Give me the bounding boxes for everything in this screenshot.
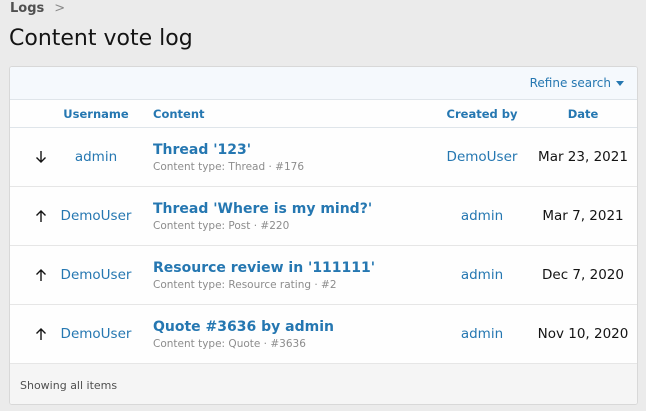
created-by-link[interactable]: DemoUser: [447, 149, 518, 165]
header-date: Date: [567, 106, 599, 121]
vote-date: Mar 23, 2021: [538, 149, 628, 165]
refine-search-button[interactable]: Refine search: [530, 76, 624, 90]
created-by-link[interactable]: admin: [461, 326, 503, 342]
table-row: admin Thread '123' Content type: Thread …: [10, 128, 637, 187]
breadcrumb-item-logs[interactable]: Logs: [10, 1, 44, 16]
table-header: Username Content Created by Date: [10, 100, 637, 128]
table-row: DemoUser Resource review in '111111' Con…: [10, 246, 637, 305]
breadcrumb: Logs >: [10, 0, 65, 16]
vote-log-block: Refine search Username Content Created b…: [9, 66, 638, 405]
content-meta: Content type: Thread · #176: [153, 160, 304, 173]
content-title-link[interactable]: Thread '123': [153, 142, 427, 158]
vote-date: Mar 7, 2021: [542, 208, 624, 224]
content-meta: Content type: Resource rating · #2: [153, 278, 337, 291]
table-footer: Showing all items: [10, 364, 637, 404]
page-title: Content vote log: [9, 26, 193, 51]
content-title-link[interactable]: Resource review in '111111': [153, 260, 427, 276]
refine-search-label: Refine search: [529, 76, 611, 90]
content-meta: Content type: Quote · #3636: [153, 337, 306, 350]
vote-up-icon: [10, 327, 48, 341]
header-created-by: Created by: [446, 106, 518, 121]
header-content: Content: [153, 106, 205, 121]
content-title-link[interactable]: Thread 'Where is my mind?': [153, 201, 427, 217]
created-by-link[interactable]: admin: [461, 267, 503, 283]
vote-up-icon: [10, 209, 48, 223]
vote-date: Dec 7, 2020: [542, 267, 624, 283]
username-link[interactable]: admin: [75, 149, 117, 165]
username-link[interactable]: DemoUser: [61, 267, 132, 283]
content-meta: Content type: Post · #220: [153, 219, 290, 232]
header-username: Username: [63, 106, 129, 121]
vote-down-icon: [10, 150, 48, 164]
username-link[interactable]: DemoUser: [61, 326, 132, 342]
table-row: DemoUser Thread 'Where is my mind?' Cont…: [10, 187, 637, 246]
vote-date: Nov 10, 2020: [537, 326, 629, 342]
vote-up-icon: [10, 268, 48, 282]
table-body: admin Thread '123' Content type: Thread …: [10, 128, 637, 364]
content-title-link[interactable]: Quote #3636 by admin: [153, 319, 427, 335]
table-row: DemoUser Quote #3636 by admin Content ty…: [10, 305, 637, 364]
caret-down-icon: [616, 81, 624, 86]
created-by-link[interactable]: admin: [461, 208, 503, 224]
filter-bar: Refine search: [10, 67, 637, 100]
username-link[interactable]: DemoUser: [61, 208, 132, 224]
breadcrumb-separator: >: [54, 0, 66, 16]
